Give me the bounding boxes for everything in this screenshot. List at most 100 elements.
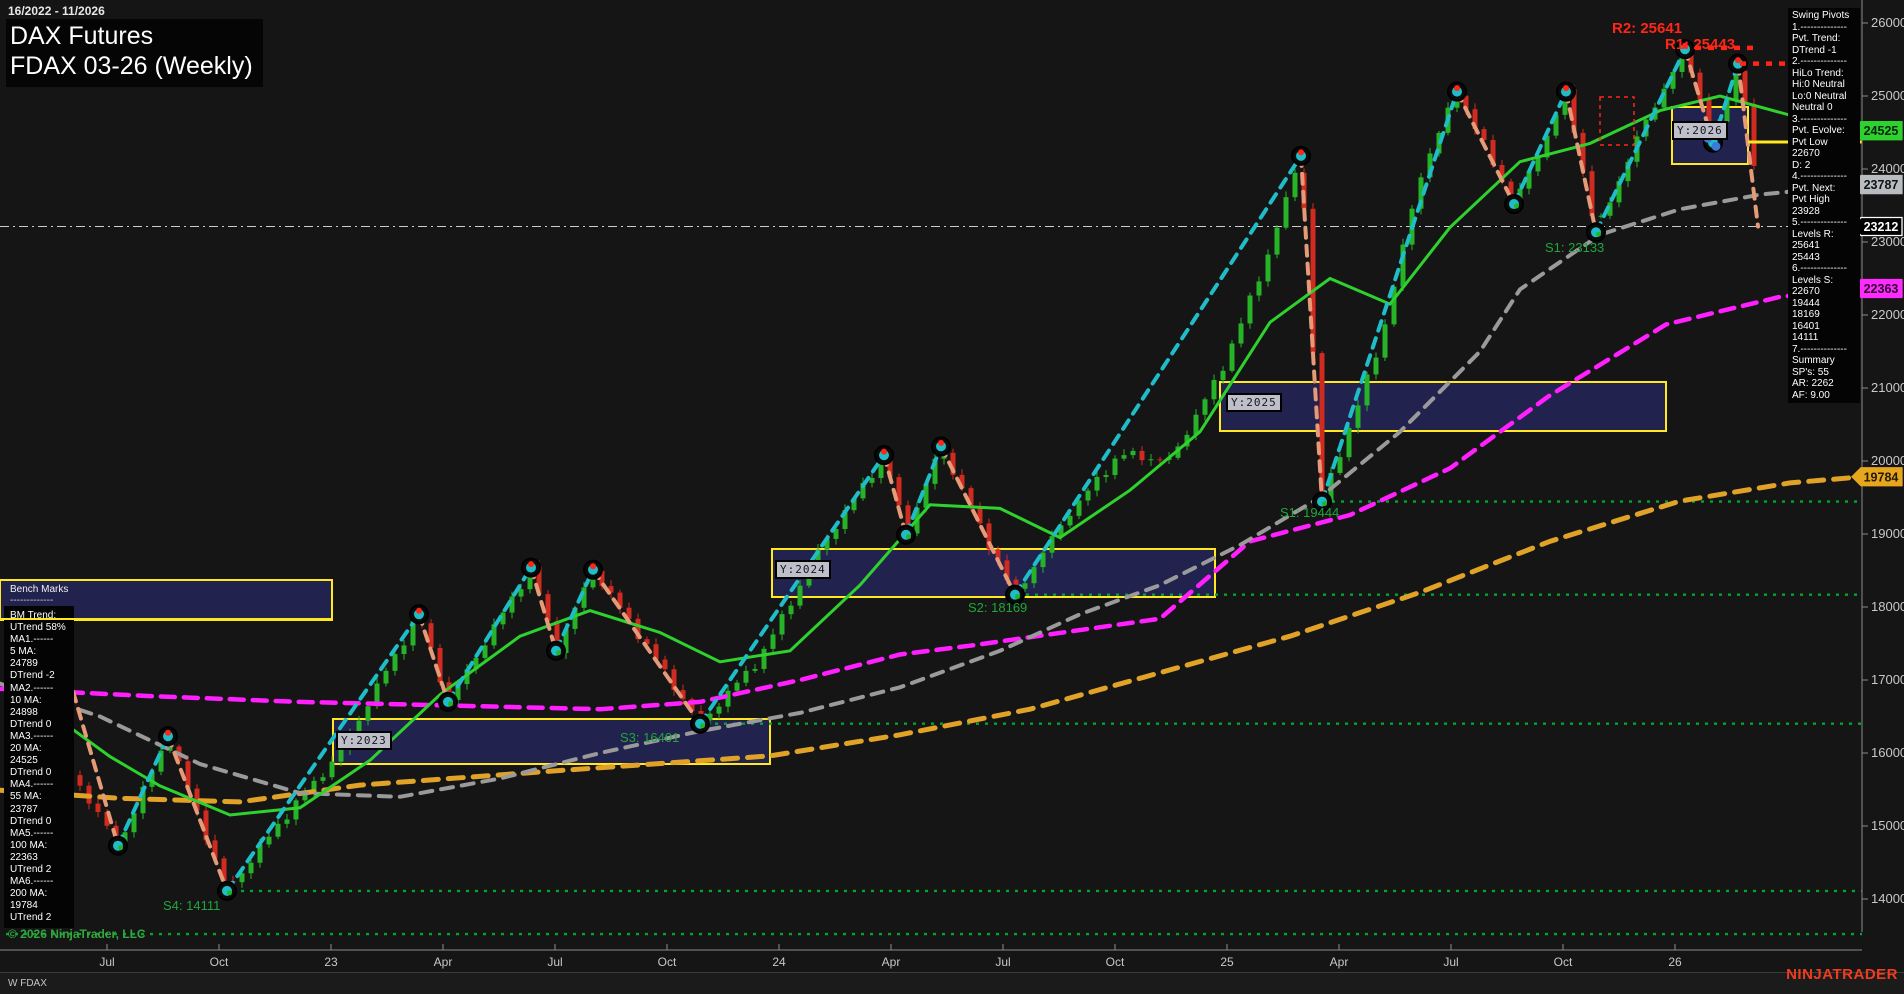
ma100-line (0, 286, 1862, 712)
date-range-label: 16/2022 - 11/2026 (8, 4, 105, 18)
pivot-marker-low (438, 691, 458, 712)
instrument-tab-bar[interactable]: W FDAX (0, 972, 1904, 994)
pivot-marker-high (158, 726, 178, 747)
year-box-chip[interactable]: Y:2026 (1672, 121, 1728, 140)
price-tick-label: 20000 (1871, 453, 1904, 468)
price-tick-label: 14000 (1871, 891, 1904, 906)
pivot-marker-high (1291, 145, 1311, 166)
blue-dot-marker (1711, 141, 1721, 151)
swing-panel-line: 18169 (1792, 309, 1820, 320)
swing-panel-line: Pvt. Next: (1792, 182, 1836, 194)
bench-panel-line: DTrend -2 (10, 670, 55, 682)
time-tick-label: Oct (210, 955, 229, 969)
swing-panel-line: Summary (1792, 355, 1835, 366)
bench-marks-panel: BM Trend: UTrend 58% MA1.------ 5 MA: 24789 D… (4, 606, 74, 929)
resistance-pivot-label: R1: 25443 (1665, 36, 1736, 53)
bench-panel-line: 5 MA: (10, 646, 37, 658)
support-pivot-label: S1: 19444 (1280, 505, 1340, 520)
bench-panel-line: DTrend 0 (10, 718, 52, 730)
time-tick-label: Apr (1330, 955, 1349, 969)
swing-panel-line: SP's: 55 (1792, 366, 1829, 378)
swing-panel-line: Pvt Low (1792, 136, 1828, 148)
pivot-marker-low (1586, 222, 1606, 243)
pivot-marker-low (690, 713, 710, 734)
price-tick-label: 16000 (1871, 745, 1904, 760)
price-badge-value: 22363 (1864, 282, 1899, 296)
bench-panel-line: MA3.------ (10, 730, 54, 742)
price-tick-label: 24000 (1871, 161, 1904, 176)
bench-panel-line: 24898 (10, 706, 38, 718)
swing-panel-line: AF: 9.00 (1792, 389, 1830, 401)
pivot-marker-low (896, 524, 916, 545)
copyright-label: © 2026 NinjaTrader, LLC (8, 927, 146, 941)
year-box-chip[interactable]: Y:2024 (775, 560, 831, 579)
swing-panel-line: Pvt. Trend: (1792, 33, 1841, 44)
time-tick-label: 24 (772, 955, 786, 969)
swing-panel-line: 5.-------------- (1792, 217, 1847, 228)
time-tick-label: 23 (324, 955, 338, 969)
swing-panel-line: Swing Pivots (1792, 10, 1850, 21)
chart-canvas[interactable]: 26000 25000 24000 23000 22000 21000 20000 19000… (0, 0, 1904, 994)
chart-header: DAX Futures FDAX 03-26 (Weekly) (6, 19, 263, 87)
swing-panel-line: 4.-------------- (1792, 171, 1847, 182)
bench-marks-separator: ------------- (10, 595, 54, 606)
swing-panel-line: DTrend -1 (1792, 44, 1837, 56)
support-pivot-label: S3: 16401 (620, 730, 680, 745)
price-tick-label: 26000 (1871, 15, 1904, 30)
pivot-marker-low (108, 835, 128, 856)
price-tick-label: 19000 (1871, 526, 1904, 541)
price-tick-label: 15000 (1871, 818, 1904, 833)
bench-panel-line: 100 MA: (10, 839, 48, 851)
swing-panel-line: HiLo Trend: (1792, 67, 1844, 79)
swing-panel-line: Pvt High (1792, 194, 1830, 205)
swing-panel-line: Neutral 0 (1792, 102, 1833, 113)
pivot-marker-low (217, 880, 237, 901)
bench-panel-line: UTrend 2 (10, 863, 52, 875)
price-badge-value: 24525 (1864, 124, 1899, 138)
price-tick-label: 25000 (1871, 88, 1904, 103)
swing-panel-line: 1.-------------- (1792, 21, 1847, 33)
bench-panel-line: 20 MA: (10, 743, 42, 755)
pivot-marker-high (1447, 81, 1467, 102)
price-badge-value: 19784 (1864, 470, 1899, 484)
bench-panel-line: 24525 (10, 755, 38, 767)
year-box-chip[interactable]: Y:2023 (336, 731, 392, 750)
price-badge-value: 23787 (1864, 178, 1899, 192)
time-tick-label: Apr (434, 955, 453, 969)
time-tick-label: Jul (547, 955, 562, 969)
ma55-line (0, 182, 1862, 799)
time-tick-label: 25 (1220, 955, 1234, 969)
bench-panel-line: UTrend 58% (10, 622, 66, 634)
bench-panel-line: 24789 (10, 658, 38, 670)
swing-panel-line: 3.-------------- (1792, 113, 1847, 125)
price-tick-label: 18000 (1871, 599, 1904, 614)
time-tick-label: Apr (882, 955, 901, 969)
swing-panel-line: 22670 (1792, 148, 1820, 159)
bench-panel-line: MA2.------ (10, 682, 54, 694)
time-tick-label: Jul (99, 955, 114, 969)
ninjatrader-logo: NINJATRADER (1786, 966, 1898, 983)
swing-panel-line: 7.-------------- (1792, 343, 1847, 355)
swing-panel-line: 22670 (1792, 286, 1820, 297)
instrument-tab-label[interactable]: W FDAX (8, 978, 47, 989)
swing-panel-line: 25443 (1792, 251, 1820, 263)
bench-marks-title: Bench Marks (10, 584, 69, 595)
swing-panel-line: AR: 2262 (1792, 378, 1834, 389)
ma200-line (0, 474, 1862, 805)
bench-panel-line: MA4.------ (10, 779, 54, 791)
year-box-chip[interactable]: Y:2025 (1226, 393, 1282, 412)
swing-panel-line: D: 2 (1792, 159, 1811, 171)
time-tick-label: Jul (995, 955, 1010, 969)
year-boxes-layer (0, 106, 1749, 765)
pivot-marker-low (546, 640, 566, 661)
bench-panel-line: 19784 (10, 900, 38, 912)
price-badge-value: 23212 (1864, 220, 1899, 234)
pivot-marker-high (583, 559, 603, 580)
page-title: DAX Futures (10, 22, 154, 50)
chart-window: 26000 25000 24000 23000 22000 21000 20000 19000… (0, 0, 1904, 994)
pivot-marker-high (874, 445, 894, 466)
bench-panel-line: 22363 (10, 851, 38, 863)
year-box-border-line (0, 618, 332, 620)
bench-panel-line: BM Trend: (10, 610, 57, 621)
time-axis[interactable]: Jul Oct 23 Apr Jul Oct 24 Apr Jul Oct 25 Apr Jul Oct 2… (0, 944, 1862, 969)
